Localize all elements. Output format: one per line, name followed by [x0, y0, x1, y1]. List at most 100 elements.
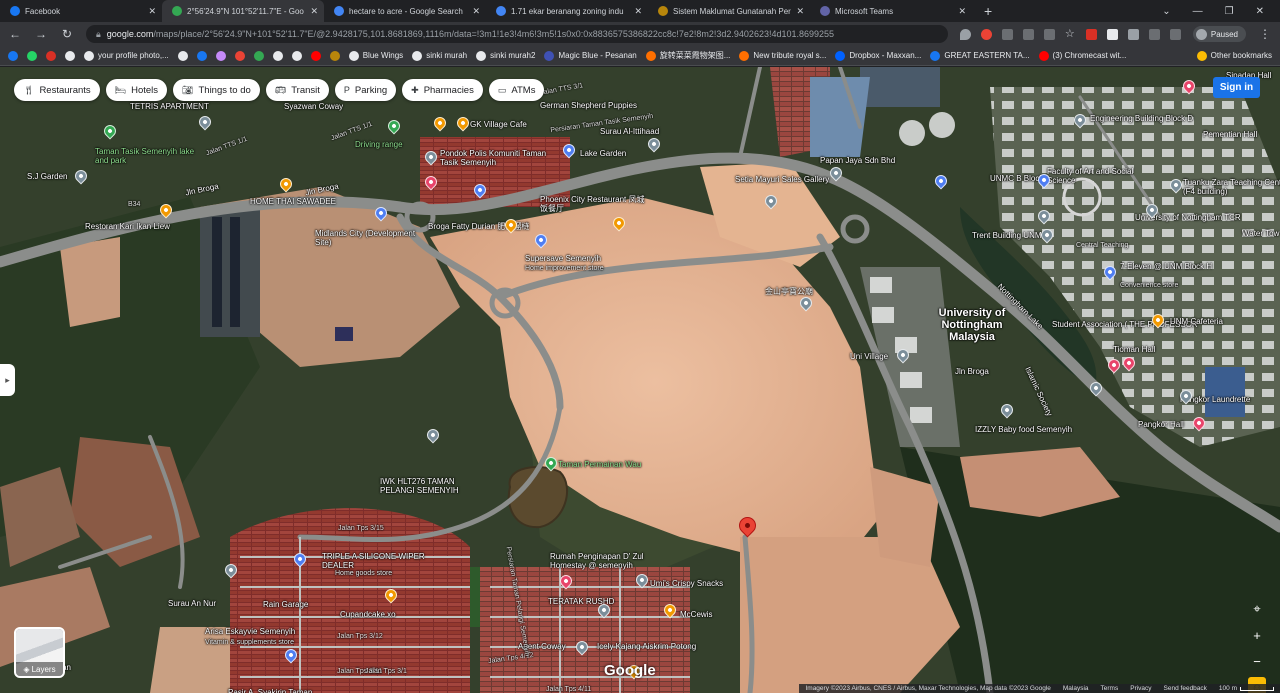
map-label[interactable]: Central Teaching: [1076, 241, 1186, 250]
bookmark-item[interactable]: [215, 50, 226, 61]
chip-atms[interactable]: ▭ ATMs: [488, 79, 545, 101]
map-label[interactable]: Icely Kajang Aiskrim Potong: [597, 642, 707, 651]
map-label[interactable]: Trent Building UNMC: [972, 231, 1047, 240]
map-label[interactable]: Jalan Tps 3/15: [338, 524, 384, 533]
map-label[interactable]: Driving range: [355, 140, 403, 149]
map-label[interactable]: Tuanku Zara Teaching Centre (F4 building…: [1183, 178, 1280, 196]
close-tab-icon[interactable]: ✕: [148, 6, 156, 17]
my-location-icon[interactable]: ⌖: [1247, 599, 1267, 619]
map-label[interactable]: Pementian Hall: [1203, 130, 1257, 139]
reading-list-icon[interactable]: [1148, 28, 1160, 40]
map-label[interactable]: Supersave Semenyih: [525, 254, 601, 263]
chip-pharmacies[interactable]: ✚ Pharmacies: [402, 79, 483, 101]
bookmark-item[interactable]: [291, 50, 302, 61]
map-label[interactable]: Pasir A. Syakirin Taman: [228, 688, 312, 693]
extension-red-icon[interactable]: [1085, 28, 1097, 40]
layers-button[interactable]: ◈ Layers: [14, 627, 65, 678]
maximize-icon[interactable]: ❐: [1225, 6, 1234, 17]
map-label[interactable]: Midlands City (Development Site): [315, 229, 425, 247]
profile-button[interactable]: Paused: [1192, 26, 1246, 42]
map-label[interactable]: S.J Garden: [27, 172, 67, 181]
zoom-icon[interactable]: [1022, 28, 1034, 40]
bookmark-item[interactable]: 旋转菜菜霞物架图...: [645, 50, 730, 61]
browser-tab[interactable]: 2°56'24.9"N 101°52'11.7"E - Goo ✕: [162, 0, 324, 22]
map-label[interactable]: Rain Garage: [263, 600, 308, 609]
new-tab-button[interactable]: +: [984, 3, 992, 19]
extension-grey-icon[interactable]: [1106, 28, 1118, 40]
browser-tab[interactable]: 1.71 ekar beranang zoning indu ✕: [486, 0, 648, 22]
map-label[interactable]: 金山亭寶公廟: [765, 287, 813, 296]
menu-kebab-icon[interactable]: ⋮: [1258, 27, 1272, 41]
map-label[interactable]: Uni Village: [850, 352, 888, 361]
bookmark-item[interactable]: Magic Blue - Pesanan: [544, 50, 637, 61]
map-label[interactable]: GK Village Cafe: [470, 120, 527, 129]
bookmark-item[interactable]: [272, 50, 283, 61]
bookmark-item[interactable]: [329, 50, 340, 61]
close-window-icon[interactable]: ✕: [1256, 6, 1264, 17]
bookmark-item[interactable]: [310, 50, 321, 61]
map-label[interactable]: Jalan Tps 4/11: [546, 685, 591, 693]
bookmark-item[interactable]: [253, 50, 264, 61]
map-label[interactable]: German Shepherd Puppies: [540, 101, 637, 110]
terms-link[interactable]: Terms: [1101, 685, 1119, 692]
map-label[interactable]: Pondok Polis Komuniti Taman Tasik Semeny…: [440, 149, 550, 167]
share-icon[interactable]: [1043, 28, 1055, 40]
map-label[interactable]: Restoran Kari Ikan Liew: [85, 222, 195, 231]
browser-tab[interactable]: Microsoft Teams ✕: [810, 0, 972, 22]
bookmark-item[interactable]: [8, 50, 18, 61]
map-label[interactable]: Vitamin & supplements store: [205, 638, 294, 647]
chip-hotels[interactable]: 🛏︎ Hotels: [105, 79, 168, 101]
map-label[interactable]: University of Nottingham Malaysia: [932, 307, 1012, 343]
bookmark-item[interactable]: New tribute royal s...: [739, 50, 826, 61]
zoom-out-button[interactable]: −: [1247, 651, 1267, 671]
bookmark-item[interactable]: [196, 50, 207, 61]
map-label[interactable]: Phoenix City Restaurant 凤城饭餐厅: [540, 195, 650, 213]
map-label[interactable]: Water Tow: [1242, 229, 1279, 238]
bookmark-item[interactable]: sinki murah2: [476, 50, 535, 61]
map-label[interactable]: TRIPLE A SILICONE WIPER DEALER: [322, 552, 432, 570]
chip-transit[interactable]: 🚌︎ Transit: [265, 79, 329, 101]
bookmark-item[interactable]: GREAT EASTERN TA...: [930, 50, 1030, 61]
bookmark-item[interactable]: Other bookmarks: [1196, 50, 1272, 61]
privacy-link[interactable]: Privacy: [1130, 685, 1151, 692]
satellite-map[interactable]: TETRIS APARTMENT Syazwan Coway Taman Tasik…: [0, 67, 1280, 693]
map-label[interactable]: IZZLY Baby food Semenyih: [975, 425, 1072, 434]
map-label[interactable]: Setia Mayuri Sales Gallery: [735, 175, 829, 184]
map-label[interactable]: Lake Garden: [580, 149, 626, 158]
bookmark-item[interactable]: (3) Chromecast wit...: [1038, 50, 1126, 61]
chip-things-to-do[interactable]: 📷︎ Things to do: [173, 79, 260, 101]
map-label[interactable]: Cupandcake.xo: [340, 610, 396, 619]
browser-tab[interactable]: hectare to acre - Google Search ✕: [324, 0, 486, 22]
collapse-panel-button[interactable]: ▸: [0, 364, 15, 396]
tab-search-icon[interactable]: ⌄: [1162, 6, 1170, 17]
map-label[interactable]: Tioman Hall: [1113, 345, 1155, 354]
sign-in-button[interactable]: Sign in: [1213, 77, 1260, 98]
map-label[interactable]: 7-Eleven @ UNM Block H: [1120, 262, 1212, 271]
map-label[interactable]: Pangkor Laundrette: [1180, 395, 1280, 404]
close-tab-icon[interactable]: ✕: [310, 6, 318, 17]
location-icon[interactable]: [959, 28, 971, 40]
bookmark-item[interactable]: [46, 50, 56, 61]
map-label[interactable]: Engineering Building Block D: [1090, 114, 1193, 123]
bookmark-item[interactable]: [27, 50, 37, 61]
map-label[interactable]: Home improvement store: [525, 264, 604, 273]
region-link[interactable]: Malaysia: [1063, 685, 1089, 692]
map-label[interactable]: Rumah Penginapan D' Zul Homestay @ semen…: [550, 552, 660, 570]
map-label[interactable]: HOME THAI SAWADEE: [250, 197, 336, 206]
back-icon[interactable]: ←: [8, 27, 22, 41]
close-tab-icon[interactable]: ✕: [472, 6, 480, 17]
side-panel-icon[interactable]: [1169, 28, 1181, 40]
browser-tab[interactable]: Facebook ✕: [0, 0, 162, 22]
chip-restaurants[interactable]: 🍴︎ Restaurants: [14, 79, 100, 101]
scale-bar[interactable]: 100 m: [1219, 685, 1274, 692]
close-tab-icon[interactable]: ✕: [796, 6, 804, 17]
map-label[interactable]: Jln Broga: [955, 367, 989, 376]
map-label[interactable]: Umi's Crispy Snacks: [650, 579, 723, 588]
map-label[interactable]: McCewis: [680, 610, 790, 619]
bookmark-item[interactable]: sinki murah: [412, 50, 467, 61]
close-tab-icon[interactable]: ✕: [634, 6, 642, 17]
forward-icon[interactable]: →: [34, 27, 48, 41]
bookmark-star-icon[interactable]: ☆: [1065, 28, 1076, 40]
bookmark-item[interactable]: [177, 50, 188, 61]
map-label[interactable]: UNM Cafeteria: [1170, 317, 1223, 326]
